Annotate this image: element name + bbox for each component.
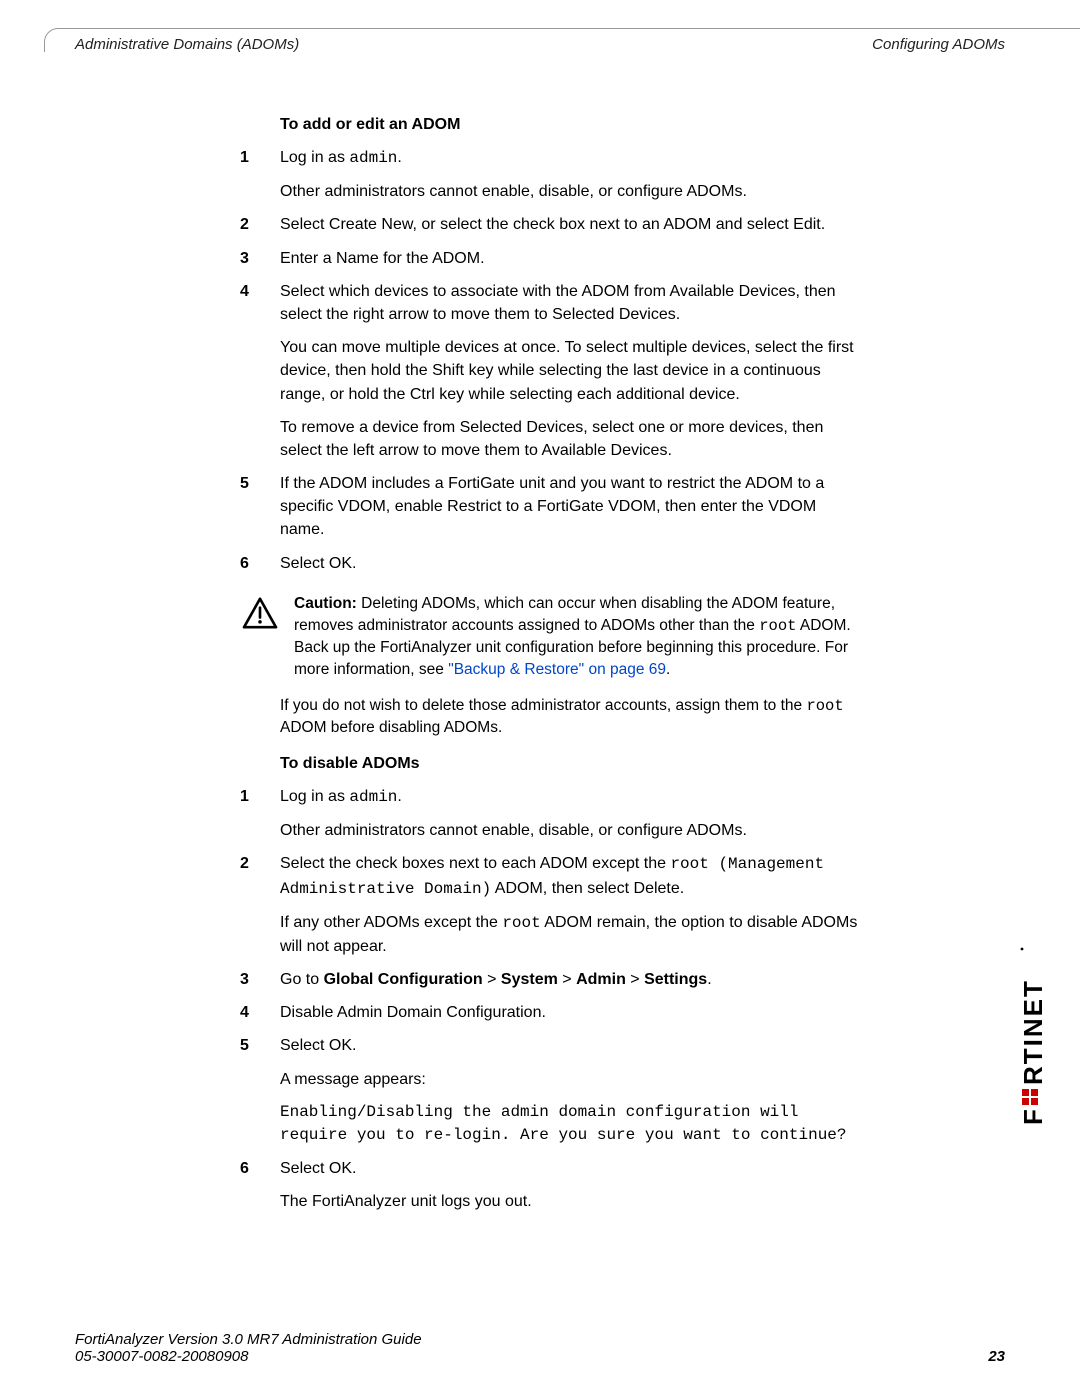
step-body: Log in as admin. Other administrators ca… [280, 146, 860, 203]
step-body: Select OK. A message appears: Enabling/D… [280, 1034, 860, 1147]
step-text: Other administrators cannot enable, disa… [280, 819, 860, 842]
s1-step2: 2 Select Create New, or select the check… [240, 213, 860, 236]
step-text: Select OK. [280, 1157, 860, 1180]
step-text: The FortiAnalyzer unit logs you out. [280, 1190, 860, 1213]
page-number: 23 [988, 1348, 1005, 1365]
backup-restore-link[interactable]: "Backup & Restore" on page 69 [448, 661, 666, 678]
footer-left: FortiAnalyzer Version 3.0 MR7 Administra… [75, 1331, 422, 1365]
header-right: Configuring ADOMs [872, 36, 1005, 53]
step-body: Log in as admin. Other administrators ca… [280, 785, 860, 842]
step-body: Select Create New, or select the check b… [280, 213, 860, 236]
page-footer: FortiAnalyzer Version 3.0 MR7 Administra… [75, 1331, 1005, 1365]
step-text: Select Create New, or select the check b… [280, 213, 860, 236]
header-left: Administrative Domains (ADOMs) [75, 36, 299, 53]
s2-step5: 5 Select OK. A message appears: Enabling… [240, 1034, 860, 1147]
page-header: Administrative Domains (ADOMs) Configuri… [75, 36, 1005, 53]
step-number: 3 [240, 247, 280, 270]
step-text: Log in as admin. [280, 785, 860, 809]
s1-step6: 6 Select OK. [240, 552, 860, 575]
step-number: 2 [240, 213, 280, 236]
step-body: Select OK. [280, 552, 860, 575]
step-body: Select OK. The FortiAnalyzer unit logs y… [280, 1157, 860, 1213]
s1-step3: 3 Enter a Name for the ADOM. [240, 247, 860, 270]
step-number: 5 [240, 1034, 280, 1147]
step-text: Disable Admin Domain Configuration. [280, 1001, 860, 1024]
s2-step6: 6 Select OK. The FortiAnalyzer unit logs… [240, 1157, 860, 1213]
step-text: A message appears: [280, 1068, 860, 1091]
step-number: 1 [240, 146, 280, 203]
step-text: To remove a device from Selected Devices… [280, 416, 860, 462]
step-number: 3 [240, 968, 280, 991]
s1-step1: 1 Log in as admin. Other administrators … [240, 146, 860, 203]
svg-text:F: F [1018, 1107, 1048, 1125]
svg-text:RTINET: RTINET [1018, 979, 1048, 1085]
s2-step2: 2 Select the check boxes next to each AD… [240, 852, 860, 958]
console-message: Enabling/Disabling the admin domain conf… [280, 1101, 860, 1147]
s2-step1: 1 Log in as admin. Other administrators … [240, 785, 860, 842]
step-body: If the ADOM includes a FortiGate unit an… [280, 472, 860, 542]
step-text: Select which devices to associate with t… [280, 280, 860, 326]
step-number: 4 [240, 280, 280, 462]
caution-block: Caution: Deleting ADOMs, which can occur… [240, 593, 860, 681]
caution-label: Caution: [294, 595, 357, 612]
step-text: Other administrators cannot enable, disa… [280, 180, 860, 203]
step-body: Go to Global Configuration > System > Ad… [280, 968, 860, 991]
step-text: Enter a Name for the ADOM. [280, 247, 860, 270]
fortinet-logo: F RTINET [1014, 940, 1050, 1135]
section1-heading: To add or edit an ADOM [280, 116, 860, 134]
section2-heading: To disable ADOMs [280, 755, 860, 773]
step-body: Select the check boxes next to each ADOM… [280, 852, 860, 958]
step-text: If the ADOM includes a FortiGate unit an… [280, 472, 860, 542]
step-number: 6 [240, 1157, 280, 1213]
step-number: 1 [240, 785, 280, 842]
step-body: Select which devices to associate with t… [280, 280, 860, 462]
caution-followup: If you do not wish to delete those admin… [280, 695, 860, 739]
s2-step4: 4 Disable Admin Domain Configuration. [240, 1001, 860, 1024]
step-text: Select the check boxes next to each ADOM… [280, 852, 860, 900]
main-content: To add or edit an ADOM 1 Log in as admin… [240, 100, 860, 1224]
step-text: If any other ADOMs except the root ADOM … [280, 911, 860, 958]
step-body: Enter a Name for the ADOM. [280, 247, 860, 270]
footer-title: FortiAnalyzer Version 3.0 MR7 Administra… [75, 1331, 422, 1348]
s2-step3: 3 Go to Global Configuration > System > … [240, 968, 860, 991]
step-number: 5 [240, 472, 280, 542]
step-text: Select OK. [280, 552, 860, 575]
caution-text: Caution: Deleting ADOMs, which can occur… [294, 593, 860, 681]
step-number: 6 [240, 552, 280, 575]
step-body: Disable Admin Domain Configuration. [280, 1001, 860, 1024]
step-number: 4 [240, 1001, 280, 1024]
step-text: You can move multiple devices at once. T… [280, 336, 860, 406]
footer-docid: 05-30007-0082-20080908 [75, 1348, 422, 1365]
step-text: Select OK. [280, 1034, 860, 1057]
step-text: Go to Global Configuration > System > Ad… [280, 968, 860, 991]
step-number: 2 [240, 852, 280, 958]
s1-step5: 5 If the ADOM includes a FortiGate unit … [240, 472, 860, 542]
s1-step4: 4 Select which devices to associate with… [240, 280, 860, 462]
warning-icon [240, 593, 280, 629]
step-text: Log in as admin. [280, 146, 860, 170]
